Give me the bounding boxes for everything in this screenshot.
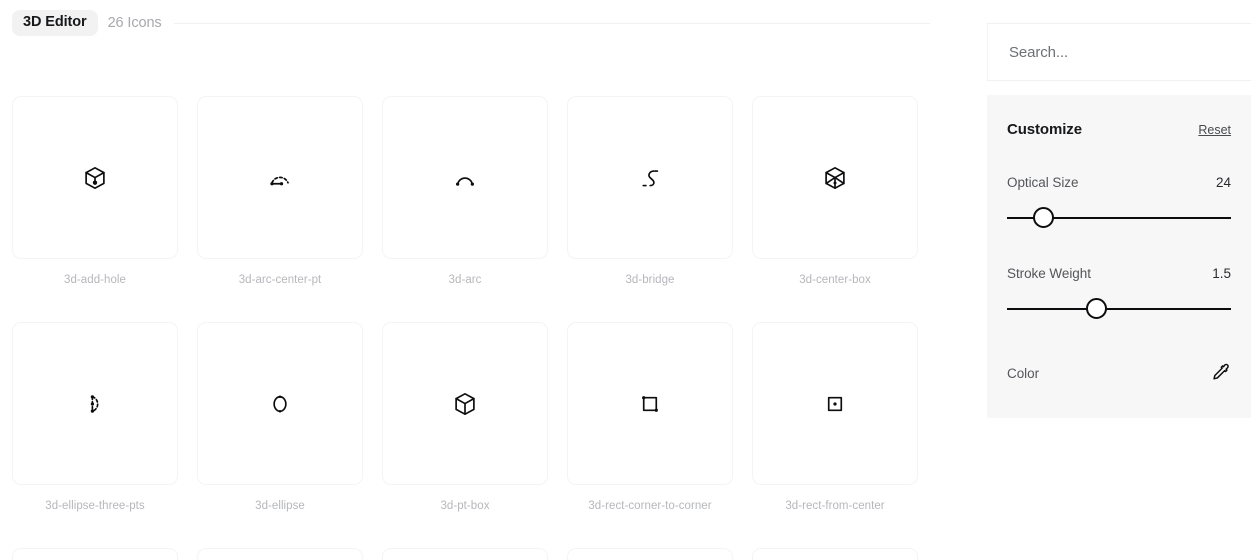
stroke-weight-control: Stroke Weight 1.5 (1007, 266, 1231, 320)
icon-card[interactable] (567, 548, 733, 560)
optical-size-slider-thumb[interactable] (1033, 207, 1055, 228)
customize-header: Customize Reset (1007, 95, 1231, 138)
icon-cell: 3d-ellipse (197, 322, 363, 548)
eyedropper-icon[interactable] (1209, 362, 1231, 384)
icon-cell: 3d-pt-box (382, 322, 548, 548)
icon-name-label: 3d-arc (448, 274, 482, 286)
icon-cell (382, 548, 548, 560)
icon-cell: 3d-rect-corner-to-corner (567, 322, 733, 548)
3d-center-box-icon (822, 165, 848, 191)
customize-title: Customize (1007, 121, 1082, 138)
icon-card[interactable] (197, 548, 363, 560)
icon-card[interactable] (752, 322, 918, 485)
3d-rect-from-center-icon (822, 391, 848, 417)
search-input[interactable]: Search... (987, 23, 1251, 81)
3d-bridge-icon (637, 165, 663, 191)
color-label: Color (1007, 365, 1040, 381)
icon-count-label: 26 Icons (107, 15, 162, 31)
icon-cell: 3d-add-hole (12, 96, 178, 322)
3d-pt-box-icon (452, 391, 478, 417)
icon-cell: 3d-arc (382, 96, 548, 322)
icon-cell: 3d-rect-from-center (752, 322, 918, 548)
header-divider (173, 22, 930, 24)
3d-rect-corner-to-corner-icon (637, 391, 663, 417)
optical-size-row: Optical Size 24 (1007, 175, 1231, 190)
icon-name-label: 3d-rect-corner-to-corner (588, 500, 712, 512)
icon-name-label: 3d-arc-center-pt (238, 274, 322, 286)
icon-cell: 3d-ellipse-three-pts (12, 322, 178, 548)
header-bar: 3D Editor 26 Icons (0, 0, 960, 46)
icon-card[interactable] (752, 96, 918, 259)
icon-card[interactable] (567, 96, 733, 259)
search-placeholder: Search... (1009, 43, 1069, 61)
3d-ellipse-three-pts-icon (82, 391, 108, 417)
icon-grid-area: 3d-add-hole 3d-arc-center-pt 3d-arc 3d-brid… (0, 46, 960, 560)
icon-name-label: 3d-ellipse (255, 500, 305, 512)
icon-cell (752, 548, 918, 560)
stroke-weight-slider-thumb[interactable] (1086, 298, 1108, 319)
3d-arc-icon (452, 165, 478, 191)
icon-name-label: 3d-bridge (625, 274, 675, 286)
icon-card[interactable] (197, 96, 363, 259)
3d-arc-center-pt-icon (267, 165, 293, 191)
optical-size-label: Optical Size (1007, 175, 1079, 190)
icon-card[interactable] (12, 322, 178, 485)
icon-name-label: 3d-pt-box (440, 500, 490, 512)
icon-cell: 3d-bridge (567, 96, 733, 322)
stroke-weight-slider-track[interactable] (1007, 308, 1231, 310)
icon-name-label: 3d-center-box (799, 274, 871, 286)
stroke-weight-label: Stroke Weight (1007, 266, 1091, 281)
icon-card[interactable] (382, 96, 548, 259)
app-root: 3D Editor 26 Icons 3d-add-hole 3d-arc-cen… (0, 0, 1251, 560)
icon-card[interactable] (12, 96, 178, 259)
right-panel: Search... Customize Reset Optical Size 2… (960, 0, 1251, 560)
color-control: Color (1007, 362, 1231, 384)
3d-add-hole-icon (82, 165, 108, 191)
stroke-weight-row: Stroke Weight 1.5 (1007, 266, 1231, 281)
icon-name-label: 3d-rect-from-center (785, 500, 885, 512)
icon-name-label: 3d-add-hole (64, 274, 126, 286)
icon-grid: 3d-add-hole 3d-arc-center-pt 3d-arc 3d-brid… (12, 96, 918, 560)
icon-cell: 3d-center-box (752, 96, 918, 322)
icon-card[interactable] (382, 548, 548, 560)
icon-card[interactable] (567, 322, 733, 485)
icon-cell: 3d-arc-center-pt (197, 96, 363, 322)
icon-name-label: 3d-ellipse-three-pts (45, 500, 145, 512)
tab-3d-editor[interactable]: 3D Editor (12, 10, 98, 36)
reset-button[interactable]: Reset (1198, 123, 1231, 137)
icon-cell (12, 548, 178, 560)
customize-panel: Customize Reset Optical Size 24 Stroke W… (987, 95, 1251, 418)
stroke-weight-value: 1.5 (1212, 266, 1231, 281)
3d-ellipse-icon (267, 391, 293, 417)
optical-size-value: 24 (1215, 175, 1231, 190)
icon-cell (197, 548, 363, 560)
icon-card[interactable] (12, 548, 178, 560)
icon-card[interactable] (197, 322, 363, 485)
optical-size-slider[interactable] (1007, 207, 1231, 229)
optical-size-control: Optical Size 24 (1007, 175, 1231, 229)
stroke-weight-slider[interactable] (1007, 298, 1231, 320)
icon-cell (567, 548, 733, 560)
icon-card[interactable] (752, 548, 918, 560)
icon-card[interactable] (382, 322, 548, 485)
